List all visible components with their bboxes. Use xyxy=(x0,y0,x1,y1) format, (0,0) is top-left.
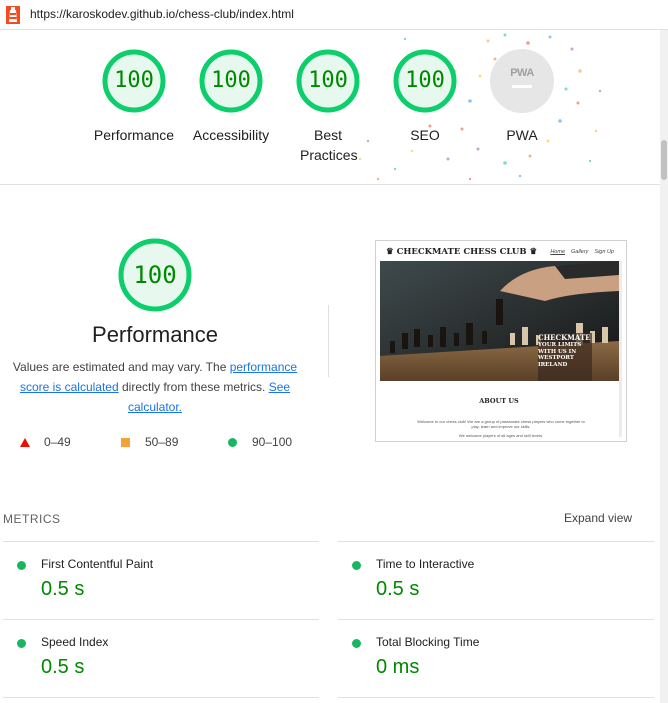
score-summary: 100 Performance 100 Accessibility 100 Be… xyxy=(0,31,660,185)
metric-first-contentful-paint: First Contentful Paint 0.5 s xyxy=(3,541,319,619)
site-nav: Home Gallery Sign Up xyxy=(550,249,614,255)
scrollbar-thumb[interactable] xyxy=(661,140,667,180)
metric-label: First Contentful Paint xyxy=(41,557,154,571)
gauge-best-practices[interactable]: 100 Best Practices xyxy=(278,49,378,165)
pass-circle-icon xyxy=(352,561,361,570)
expand-view-button[interactable]: Expand view xyxy=(564,511,632,525)
pwa-badge-icon: PWA xyxy=(490,49,554,113)
square-icon xyxy=(121,438,130,447)
url-bar: https://karoskodev.github.io/chess-club/… xyxy=(0,0,668,30)
gauge-seo[interactable]: 100 SEO xyxy=(375,49,475,145)
metric-divider xyxy=(338,697,654,698)
final-screenshot[interactable]: ♛ CHECKMATE CHESS CLUB ♛ Home Gallery Sign… xyxy=(375,240,627,442)
performance-score: 100 xyxy=(133,261,177,289)
metric-total-blocking-time: Total Blocking Time 0 ms xyxy=(338,619,654,697)
gauge-label: Best Practices xyxy=(300,127,358,163)
scrollbar[interactable] xyxy=(660,30,668,703)
about-text-2: We welcome players of all ages and skill… xyxy=(458,433,544,438)
screenshot-scrollbar xyxy=(619,261,622,437)
page-url[interactable]: https://karoskodev.github.io/chess-club/… xyxy=(30,7,294,21)
gauge-label: PWA xyxy=(506,127,538,143)
metric-speed-index: Speed Index 0.5 s xyxy=(3,619,319,697)
gauge-label: Performance xyxy=(93,127,175,143)
gauge-score: 100 xyxy=(405,68,445,93)
site-title: ♛ CHECKMATE CHESS CLUB ♛ xyxy=(386,247,538,257)
metric-value: 0.5 s xyxy=(376,578,420,600)
pass-circle-icon xyxy=(17,639,26,648)
performance-title: Performance xyxy=(92,322,218,347)
gauge-performance[interactable]: 100 Performance xyxy=(84,49,184,145)
about-heading: ABOUT US xyxy=(479,397,519,405)
gauge-score: 100 xyxy=(114,68,154,93)
metric-label: Time to Interactive xyxy=(376,557,475,571)
hero-overlay-text: CHECKMATE YOUR LIMITS WITH US IN WESTPOR… xyxy=(538,333,591,368)
triangle-icon xyxy=(20,438,30,447)
about-text: Welcome to our chess club! We are a grou… xyxy=(417,419,585,429)
gauge-score: 100 xyxy=(308,68,348,93)
pass-circle-icon xyxy=(352,639,361,648)
metric-value: 0.5 s xyxy=(41,656,85,678)
metrics-header: METRICS xyxy=(3,512,61,526)
circle-icon xyxy=(228,438,237,447)
pass-circle-icon xyxy=(17,561,26,570)
metric-divider xyxy=(3,697,319,698)
performance-gauge: 100 xyxy=(118,238,192,312)
metric-value: 0.5 s xyxy=(41,578,85,600)
performance-description: Values are estimated and may vary. The p… xyxy=(12,360,298,414)
metric-label: Total Blocking Time xyxy=(376,635,480,649)
metric-value: 0 ms xyxy=(376,656,420,678)
lighthouse-icon xyxy=(6,6,20,24)
gauge-score: 100 xyxy=(211,68,251,93)
metric-time-to-interactive: Time to Interactive 0.5 s xyxy=(338,541,654,619)
metric-label: Speed Index xyxy=(41,635,109,649)
gauge-accessibility[interactable]: 100 Accessibility xyxy=(181,49,281,145)
divider xyxy=(328,305,329,377)
gauge-pwa[interactable]: PWA PWA xyxy=(472,49,572,145)
gauge-label: Accessibility xyxy=(192,127,270,143)
gauge-label: SEO xyxy=(410,127,440,143)
